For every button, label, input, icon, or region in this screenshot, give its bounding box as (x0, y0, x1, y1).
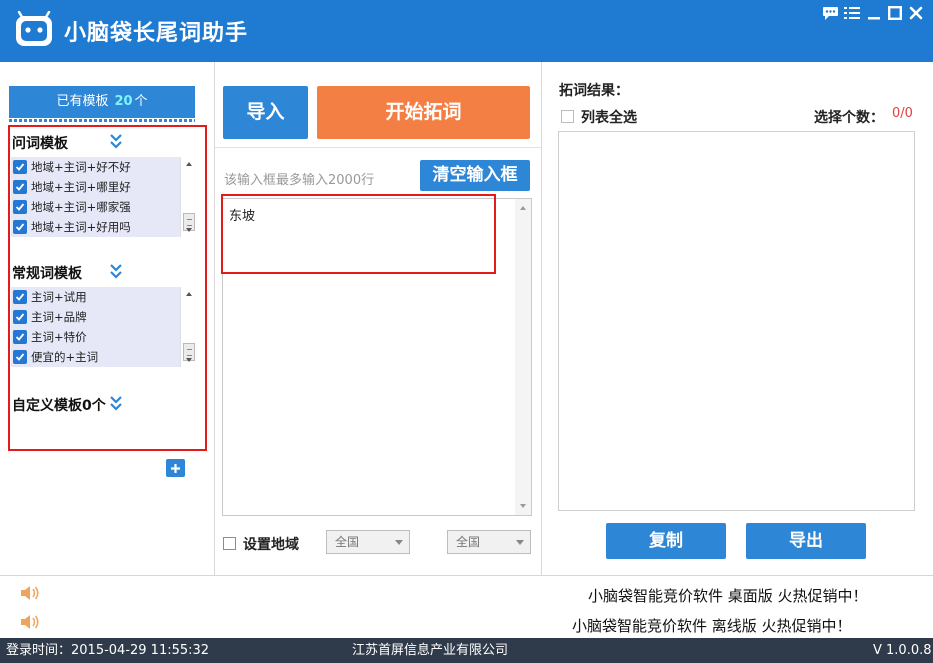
scroll-down-icon[interactable] (185, 226, 193, 234)
region-select-province[interactable]: 全国 (326, 530, 410, 554)
list-item-label: 地域+主词+好用吗 (31, 220, 131, 234)
checkbox-checked-icon[interactable] (13, 200, 27, 214)
scroll-down-icon[interactable] (185, 356, 193, 364)
template-count-prefix: 已有模板 (56, 94, 109, 109)
add-template-button[interactable] (166, 459, 185, 477)
checkbox-checked-icon[interactable] (13, 330, 27, 344)
app-title: 小脑袋长尾词助手 (64, 21, 249, 46)
login-time: 登录时间：2015-04-29 11:55:32 (6, 643, 210, 658)
group-title-regular: 常规词模板 (12, 266, 82, 282)
select-count-label: 选择个数： (814, 110, 884, 126)
input-scrollbar[interactable] (515, 199, 531, 515)
speaker-icon (21, 586, 39, 600)
list-item-label: 地域+主词+哪家强 (31, 200, 131, 214)
group-title-question: 问词模板 (12, 136, 68, 152)
list-item-label: 地域+主词+哪里好 (31, 180, 131, 194)
maximize-icon[interactable] (885, 4, 905, 22)
checkbox-checked-icon[interactable] (13, 180, 27, 194)
column-divider (214, 62, 215, 576)
list-item[interactable]: 主词+品牌 (11, 307, 196, 327)
chat-icon[interactable] (820, 4, 840, 22)
list-item[interactable]: 地域+主词+哪里好 (11, 177, 196, 197)
list-item-label: 主词+品牌 (31, 310, 87, 324)
select-all-checkbox[interactable] (561, 110, 574, 123)
scroll-up-icon[interactable] (185, 290, 193, 298)
main-area: 已有模板 20 个 问词模板 地域+主词+好不好 地域+主词+哪里好 地域+主词+哪… (0, 62, 933, 576)
checkbox-checked-icon[interactable] (13, 310, 27, 324)
divider (215, 147, 541, 148)
region-select-value: 全国 (335, 535, 360, 549)
column-divider (541, 62, 542, 576)
menu-icon[interactable] (842, 4, 862, 22)
list-item[interactable]: 主词+特价 (11, 327, 196, 347)
select-all-label: 列表全选 (581, 110, 637, 126)
dropdown-caret-icon (516, 540, 524, 545)
import-button[interactable]: 导入 (223, 86, 308, 139)
dropdown-caret-icon (395, 540, 403, 545)
template-list-question: 地域+主词+好不好 地域+主词+哪里好 地域+主词+哪家强 地域+主词+好用吗 (11, 157, 196, 237)
ad-text-offline[interactable]: 小脑袋智能竞价软件 离线版 火热促销中！ (572, 615, 852, 636)
list-item-label: 主词+试用 (31, 290, 87, 304)
template-count-value: 20 (114, 94, 133, 109)
version-label: V 1.0.0.8 (873, 643, 932, 658)
region-checkbox[interactable] (223, 537, 236, 550)
export-button[interactable]: 导出 (746, 523, 866, 559)
plus-icon (171, 463, 180, 473)
list-item-label: 便宜的+主词 (31, 350, 99, 364)
template-count-suffix: 个 (134, 94, 148, 109)
result-list[interactable] (558, 131, 915, 511)
result-title: 拓词结果： (559, 83, 629, 99)
clear-input-button[interactable]: 清空输入框 (420, 160, 530, 191)
list-scrollbar[interactable] (180, 157, 196, 237)
input-hint: 该输入框最多输入2000行 (224, 173, 375, 188)
list-item[interactable]: 地域+主词+哪家强 (11, 197, 196, 217)
start-expand-button[interactable]: 开始拓词 (317, 86, 530, 139)
input-highlight-box (221, 194, 496, 274)
company-name: 江苏首屏信息产业有限公司 (352, 643, 509, 658)
scroll-up-icon[interactable] (185, 160, 193, 168)
list-scrollbar[interactable] (180, 287, 196, 367)
template-count-header: 已有模板 20 个 (9, 86, 195, 122)
speaker-icon (21, 615, 39, 629)
region-select-value: 全国 (456, 535, 481, 549)
title-bar: 小脑袋长尾词助手 (0, 0, 933, 62)
list-item[interactable]: 地域+主词+好用吗 (11, 217, 196, 237)
list-item[interactable]: 主词+试用 (11, 287, 196, 307)
scroll-down-icon[interactable] (519, 502, 527, 510)
app-logo-icon (16, 11, 52, 46)
region-select-city[interactable]: 全国 (447, 530, 531, 554)
double-chevron-down-icon[interactable] (109, 134, 123, 150)
minimize-icon[interactable] (864, 4, 884, 22)
double-chevron-down-icon[interactable] (109, 396, 123, 412)
template-list-box: 问词模板 地域+主词+好不好 地域+主词+哪里好 地域+主词+哪家强 地域+主词… (8, 125, 207, 451)
group-title-custom: 自定义模板0个 (12, 398, 106, 414)
list-item-label: 主词+特价 (31, 330, 87, 344)
list-item-label: 地域+主词+好不好 (31, 160, 131, 174)
list-item[interactable]: 地域+主词+好不好 (11, 157, 196, 177)
double-chevron-down-icon[interactable] (109, 264, 123, 280)
ad-text-desktop[interactable]: 小脑袋智能竞价软件 桌面版 火热促销中！ (588, 585, 868, 606)
checkbox-checked-icon[interactable] (13, 220, 27, 234)
list-item[interactable]: 便宜的+主词 (11, 347, 196, 367)
copy-button[interactable]: 复制 (606, 523, 726, 559)
scroll-up-icon[interactable] (519, 204, 527, 212)
region-label: 设置地域 (243, 537, 299, 553)
checkbox-checked-icon[interactable] (13, 160, 27, 174)
checkbox-checked-icon[interactable] (13, 290, 27, 304)
template-list-regular: 主词+试用 主词+品牌 主词+特价 便宜的+主词 (11, 287, 196, 367)
select-count-value: 0/0 (892, 106, 913, 121)
checkbox-checked-icon[interactable] (13, 350, 27, 364)
close-icon[interactable] (906, 4, 926, 22)
status-bar: 登录时间：2015-04-29 11:55:32 江苏首屏信息产业有限公司 V … (0, 638, 933, 663)
